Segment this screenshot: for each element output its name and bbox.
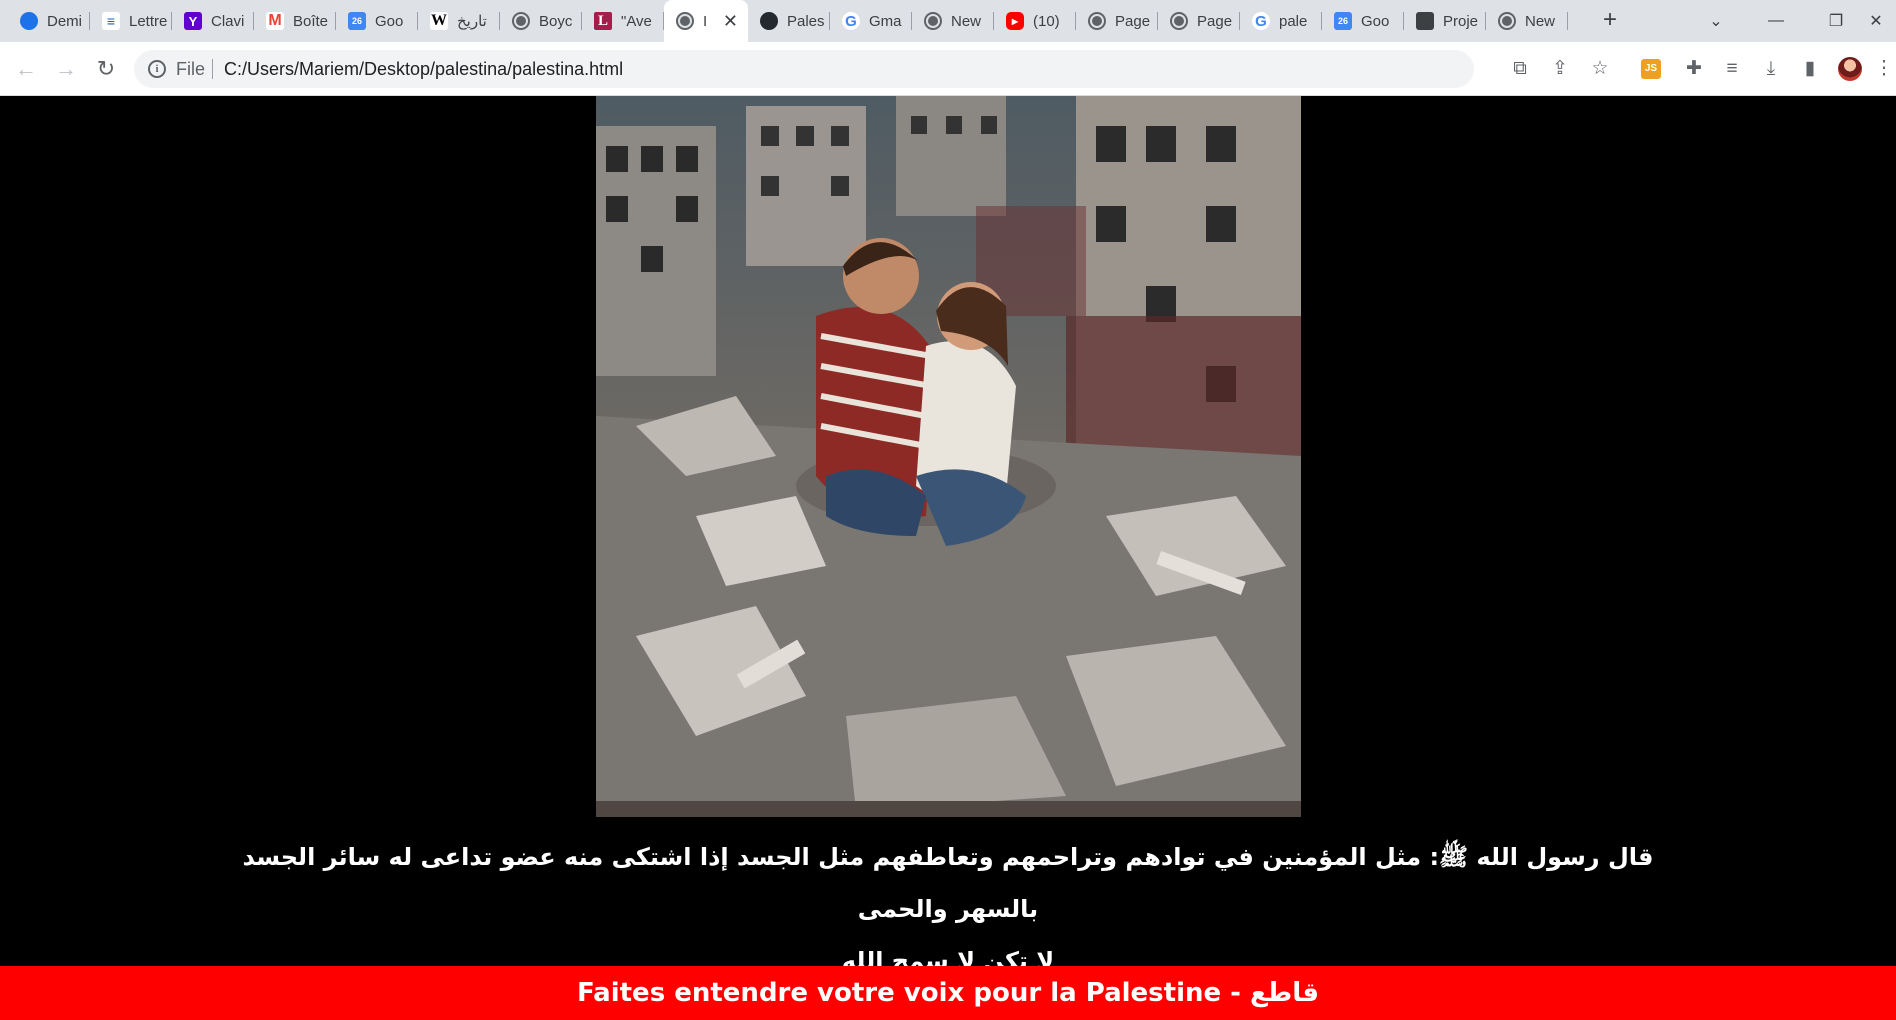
close-window-button[interactable]: ✕ bbox=[1856, 0, 1896, 42]
tab-favicon-globe-icon bbox=[676, 12, 694, 30]
tab-label: (10) bbox=[1033, 12, 1060, 30]
tab-label: Goo bbox=[375, 12, 404, 30]
back-button[interactable]: ← bbox=[12, 55, 40, 83]
tab-favicon-yt-icon: ▶ bbox=[1006, 12, 1024, 30]
address-bar[interactable]: i File C:/Users/Mariem/Desktop/palestina… bbox=[134, 50, 1474, 88]
url-text[interactable]: C:/Users/Mariem/Desktop/palestina/palest… bbox=[224, 59, 623, 80]
tab-search-button[interactable]: ⌄ bbox=[1688, 0, 1744, 42]
tab-18[interactable]: New bbox=[1486, 0, 1568, 42]
bookmark-star-icon[interactable]: ☆ bbox=[1586, 55, 1614, 83]
tab-close-icon[interactable]: ✕ bbox=[723, 11, 738, 32]
tab-label: Proje bbox=[1443, 12, 1479, 30]
tab-favicon-globe-icon bbox=[1170, 12, 1188, 30]
tab-label: Page bbox=[1197, 12, 1233, 30]
forward-button[interactable]: → bbox=[52, 55, 80, 83]
hadith-quote: قال رسول الله ﷺ: مثل المؤمنين في توادهم … bbox=[200, 831, 1696, 987]
tab-4[interactable]: 26 Goo bbox=[336, 0, 418, 42]
extensions-puzzle-icon[interactable]: ✚ bbox=[1680, 55, 1708, 83]
tab-favicon-gh-icon bbox=[760, 12, 778, 30]
tab-15[interactable]: Gpale bbox=[1240, 0, 1322, 42]
tab-favicon-globe-icon bbox=[1498, 12, 1516, 30]
tab-13[interactable]: Page bbox=[1076, 0, 1158, 42]
menu-kebab-icon[interactable]: ⋮ bbox=[1870, 55, 1896, 83]
tab-label: Boîte bbox=[293, 12, 329, 30]
tab-favicon-globe-icon bbox=[1088, 12, 1106, 30]
hero-image-children-in-rubble bbox=[596, 96, 1301, 817]
minimize-button[interactable]: — bbox=[1748, 0, 1804, 42]
scheme-label: File bbox=[176, 59, 206, 79]
side-panel-icon[interactable]: ▮ bbox=[1796, 55, 1824, 83]
translate-icon[interactable]: ⧉ bbox=[1506, 55, 1534, 83]
tab-favicon-y-icon: Y bbox=[184, 12, 202, 30]
tab-favicon-d-icon bbox=[20, 12, 38, 30]
tab-favicon-m-icon: M bbox=[266, 12, 284, 30]
tab-label: Page bbox=[1115, 12, 1151, 30]
tab-label: Boyc bbox=[539, 12, 573, 30]
tab-favicon-lt-icon: ≡ bbox=[102, 12, 120, 30]
tab-16[interactable]: 26 Goo bbox=[1322, 0, 1404, 42]
tab-3[interactable]: M Boîte bbox=[254, 0, 336, 42]
tab-label: "Ave bbox=[621, 12, 652, 30]
tab-2[interactable]: Y Clavi bbox=[172, 0, 254, 42]
tab-favicon-g-icon: G bbox=[842, 12, 860, 30]
tab-favicon-cal-icon: 26 bbox=[348, 12, 366, 30]
tab-11[interactable]: New bbox=[912, 0, 994, 42]
tab-5[interactable]: W تاريخ bbox=[418, 0, 500, 42]
address-separator bbox=[212, 59, 213, 79]
download-icon[interactable]: ⤓ bbox=[1757, 55, 1785, 83]
tab-label: Pales bbox=[787, 12, 825, 30]
tab-1[interactable]: ≡ Lettre bbox=[90, 0, 172, 42]
tab-label: I bbox=[703, 12, 708, 30]
tab-9[interactable]: Pales bbox=[748, 0, 830, 42]
share-icon[interactable]: ⇪ bbox=[1546, 55, 1574, 83]
tab-6[interactable]: Boyc bbox=[500, 0, 582, 42]
media-queue-icon[interactable]: ≡ bbox=[1718, 55, 1746, 83]
info-icon[interactable]: i bbox=[148, 60, 166, 78]
tab-12[interactable]: ▶ (10) bbox=[994, 0, 1076, 42]
tab-label: تاريخ bbox=[457, 13, 487, 30]
quote-line-1: قال رسول الله ﷺ: مثل المؤمنين في توادهم … bbox=[242, 843, 1654, 923]
tab-label: New bbox=[1525, 12, 1556, 30]
tab-17[interactable]: Proje bbox=[1404, 0, 1486, 42]
profile-avatar[interactable] bbox=[1838, 57, 1862, 81]
browser-toolbar: ← → ↻ i File C:/Users/Mariem/Desktop/pal… bbox=[0, 42, 1896, 96]
tab-0[interactable]: Demi bbox=[8, 0, 90, 42]
tab-favicon-cal-icon: 26 bbox=[1334, 12, 1352, 30]
new-tab-button[interactable]: + bbox=[1596, 6, 1624, 34]
tab-label: Demi bbox=[47, 12, 83, 30]
boycott-banner: قاطع - Faites entendre votre voix pour l… bbox=[0, 966, 1896, 1020]
tab-7[interactable]: L "Ave bbox=[582, 0, 664, 42]
tab-favicon-wiki-icon: W bbox=[430, 12, 448, 30]
tab-favicon-prj-icon bbox=[1416, 12, 1434, 30]
tab-strip: Demi ≡ Lettre Y Clavi M Boîte 26 Goo W تاريخ Boyc L "… bbox=[0, 0, 1896, 42]
tab-label: Lettre bbox=[129, 12, 168, 30]
tab-favicon-l-icon: L bbox=[594, 12, 612, 30]
js-extension-icon[interactable]: JS bbox=[1641, 59, 1661, 79]
tab-10[interactable]: G Gma bbox=[830, 0, 912, 42]
tab-favicon-globe-icon bbox=[512, 12, 530, 30]
reload-button[interactable]: ↻ bbox=[92, 55, 120, 83]
tab-favicon-globe-icon bbox=[924, 12, 942, 30]
tab-list: Demi ≡ Lettre Y Clavi M Boîte 26 Goo W تاريخ Boyc L "… bbox=[8, 0, 1568, 42]
tab-label: Gma bbox=[869, 12, 902, 30]
tab-label: New bbox=[951, 12, 982, 30]
tab-8[interactable]: I ✕ bbox=[664, 0, 748, 42]
tab-14[interactable]: Page bbox=[1158, 0, 1240, 42]
tab-label: pale bbox=[1279, 12, 1308, 30]
page-body: قال رسول الله ﷺ: مثل المؤمنين في توادهم … bbox=[0, 96, 1896, 975]
tab-favicon-g-icon: G bbox=[1252, 12, 1270, 30]
tab-label: Goo bbox=[1361, 12, 1390, 30]
tab-label: Clavi bbox=[211, 12, 245, 30]
